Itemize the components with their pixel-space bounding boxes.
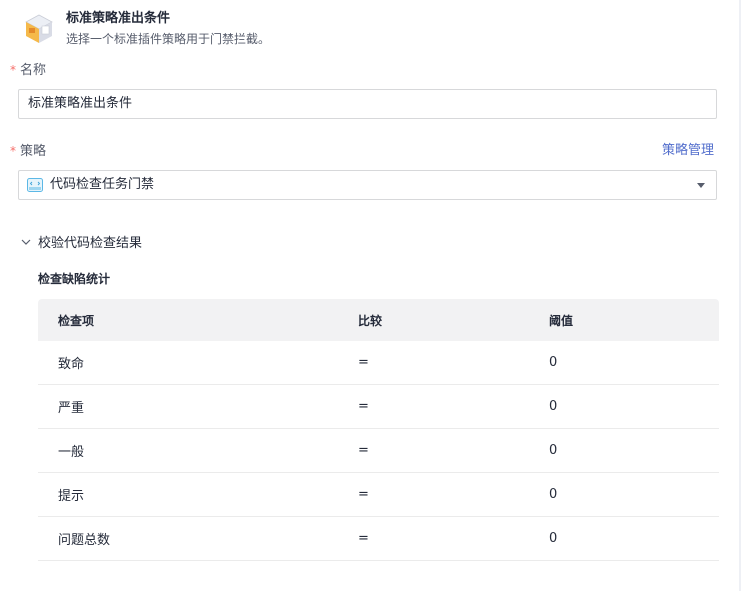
cell-compare: = xyxy=(358,531,369,546)
table-row: 致命 = 0 xyxy=(38,341,719,385)
policy-label: * 策略 xyxy=(10,143,46,160)
column-header-threshold: 阈值 xyxy=(549,313,574,328)
code-check-icon xyxy=(27,178,43,192)
cell-threshold: 0 xyxy=(549,399,558,414)
table-row: 严重 = 0 xyxy=(38,385,719,429)
defect-stats-table: 检查项 比较 阈值 致命 = 0 严重 = 0 一般 = 0 提示 = 0 问题… xyxy=(38,299,719,561)
page-subtitle: 选择一个标准插件策略用于门禁拦截。 xyxy=(66,32,271,46)
cell-item: 致命 xyxy=(58,357,85,372)
policy-select[interactable]: 代码检查任务门禁 xyxy=(18,170,717,200)
name-label: * 名称 xyxy=(10,62,46,79)
section-title: 校验代码检查结果 xyxy=(38,236,143,251)
page-title: 标准策略准出条件 xyxy=(66,11,171,26)
chevron-down-icon[interactable] xyxy=(20,236,32,248)
cell-compare: = xyxy=(358,443,369,458)
column-header-compare: 比较 xyxy=(358,313,383,328)
page-header: 标准策略准出条件 选择一个标准插件策略用于门禁拦截。 xyxy=(22,10,270,47)
cell-item: 严重 xyxy=(58,401,85,416)
required-mark: * xyxy=(10,63,16,77)
column-header-item: 检查项 xyxy=(58,313,95,328)
cell-threshold: 0 xyxy=(549,355,558,370)
cell-compare: = xyxy=(358,399,369,414)
cell-threshold: 0 xyxy=(549,531,558,546)
policy-select-value: 代码检查任务门禁 xyxy=(50,177,155,192)
cell-threshold: 0 xyxy=(549,487,558,502)
table-row: 问题总数 = 0 xyxy=(38,517,719,561)
cell-item: 问题总数 xyxy=(58,533,111,548)
required-mark: * xyxy=(10,144,16,158)
chevron-down-icon[interactable] xyxy=(697,183,705,188)
policy-label-text: 策略 xyxy=(20,144,47,159)
section-toggle[interactable]: 校验代码检查结果 xyxy=(20,232,142,251)
cell-item: 一般 xyxy=(58,445,85,460)
name-input[interactable]: 标准策略准出条件 xyxy=(18,89,717,119)
cell-compare: = xyxy=(358,487,369,502)
table-row: 提示 = 0 xyxy=(38,473,719,517)
cell-item: 提示 xyxy=(58,489,85,504)
table-row: 一般 = 0 xyxy=(38,429,719,473)
name-label-text: 名称 xyxy=(20,63,47,78)
table-header: 检查项 比较 阈值 xyxy=(38,299,719,341)
policy-manage-link[interactable]: 策略管理 xyxy=(662,143,714,159)
cell-threshold: 0 xyxy=(549,443,558,458)
plugin-box-icon xyxy=(25,14,53,43)
cell-compare: = xyxy=(358,355,369,370)
section-subtitle: 检查缺陷统计 xyxy=(38,272,111,286)
